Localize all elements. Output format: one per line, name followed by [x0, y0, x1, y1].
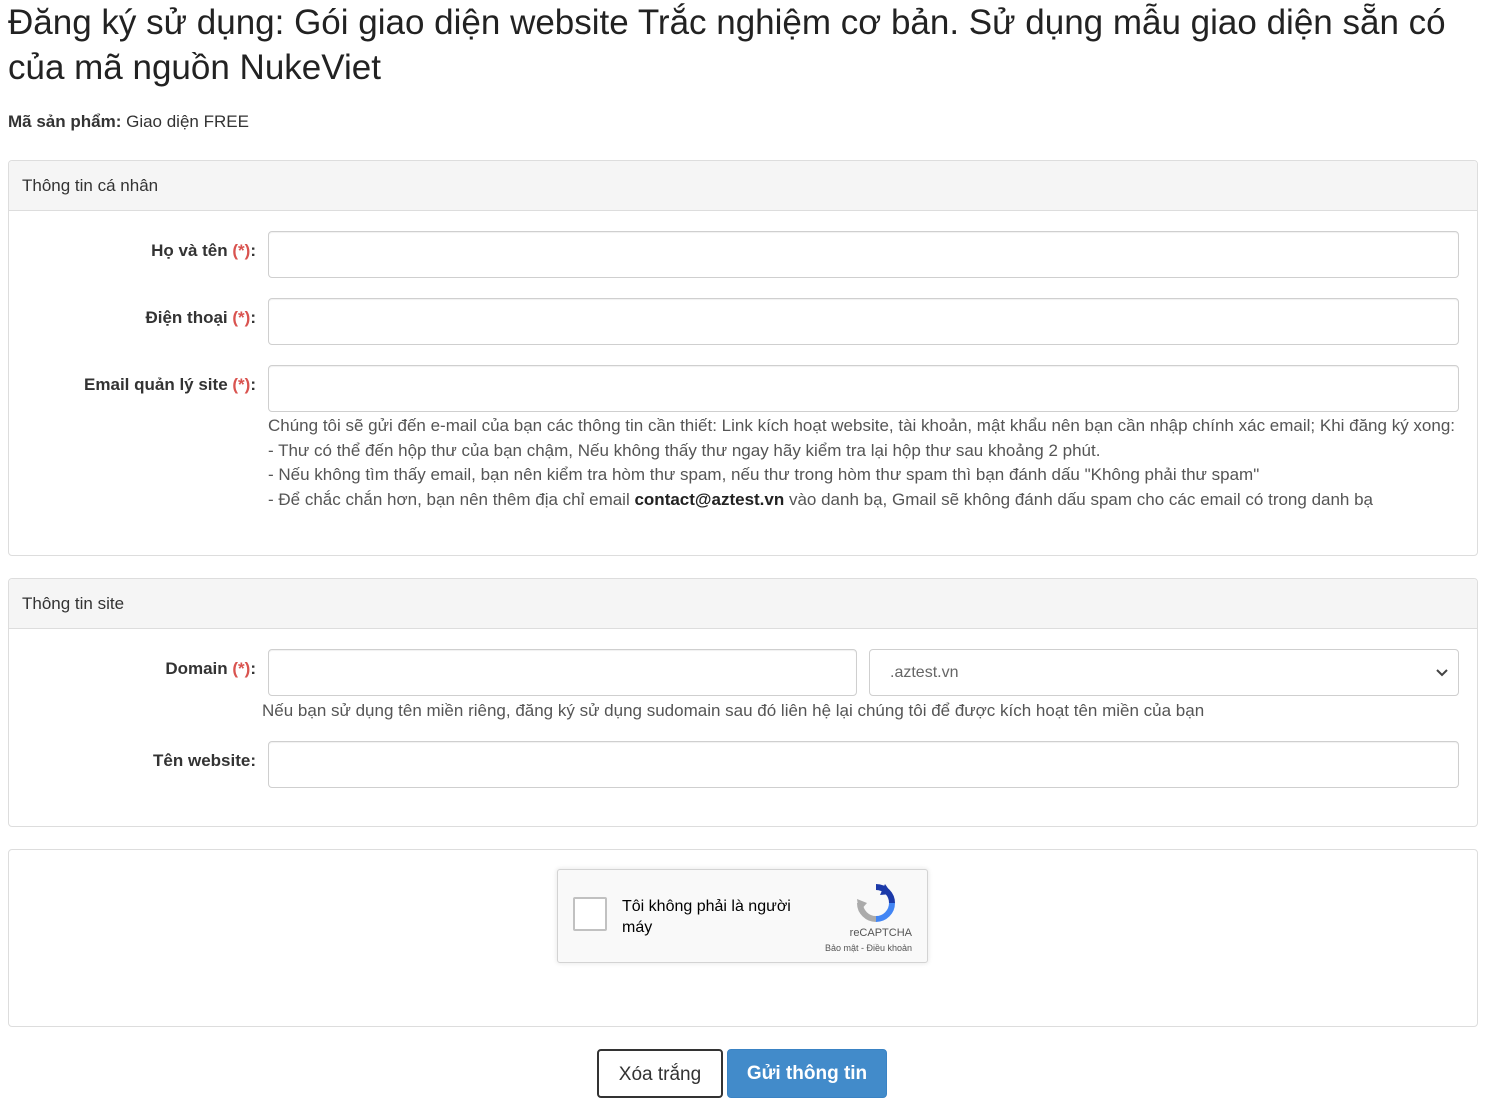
- page-title: Đăng ký sử dụng: Gói giao diện website T…: [8, 3, 1446, 87]
- product-code-value: Giao diện FREE: [126, 112, 249, 131]
- recaptcha-logo-icon: [857, 884, 895, 922]
- website-name-input[interactable]: [268, 741, 1459, 788]
- domain-input[interactable]: [268, 649, 857, 696]
- domain-suffix-value: .aztest.vn: [890, 664, 959, 681]
- personal-info-heading: Thông tin cá nhân: [9, 161, 1477, 211]
- email-label: Email quản lý site (*):: [84, 375, 256, 394]
- required-mark: (*): [232, 241, 251, 260]
- recaptcha-links[interactable]: Bảo mật - Điều khoản: [558, 943, 912, 953]
- required-mark: (*): [232, 375, 251, 394]
- captcha-panel: Tôi không phải là người máy reCAPTCHA Bả…: [8, 849, 1478, 1027]
- chevron-down-icon: [1436, 650, 1448, 695]
- reset-button[interactable]: Xóa trắng: [597, 1049, 723, 1098]
- email-help-line: Chúng tôi sẽ gửi đến e-mail của bạn các …: [268, 416, 1456, 435]
- email-help-line: - Thư có thể đến hộp thư của bạn chậm, N…: [268, 440, 1101, 460]
- required-mark: (*): [232, 308, 251, 327]
- fullname-label: Họ và tên (*):: [151, 241, 256, 260]
- recaptcha-brand: reCAPTCHA: [849, 927, 912, 939]
- site-info-panel: Thông tin site Domain (*): .aztest.vn Nế…: [8, 578, 1478, 827]
- domain-suffix-select[interactable]: .aztest.vn: [869, 649, 1459, 696]
- product-code: Mã sản phẩm: Giao diện FREE: [8, 112, 249, 132]
- site-info-heading: Thông tin site: [9, 579, 1477, 629]
- email-help: Chúng tôi sẽ gửi đến e-mail của bạn các …: [268, 414, 1458, 512]
- product-code-label: Mã sản phẩm:: [8, 112, 122, 131]
- domain-label: Domain (*):: [165, 659, 256, 678]
- phone-label: Điện thoại (*):: [145, 308, 256, 327]
- contact-email: contact@aztest.vn: [634, 489, 785, 509]
- website-name-label: Tên website:: [153, 751, 256, 770]
- email-input[interactable]: [268, 365, 1459, 412]
- personal-info-panel: Thông tin cá nhân Họ và tên (*): Điện th…: [8, 160, 1478, 556]
- recaptcha-widget: Tôi không phải là người máy reCAPTCHA Bả…: [557, 869, 928, 963]
- fullname-input[interactable]: [268, 231, 1459, 278]
- required-mark: (*): [232, 659, 251, 678]
- email-help-line: - Để chắc chắn hơn, bạn nên thêm địa chỉ…: [268, 489, 1374, 509]
- email-help-line: - Nếu không tìm thấy email, bạn nên kiểm…: [268, 465, 1260, 485]
- phone-input[interactable]: [268, 298, 1459, 345]
- recaptcha-checkbox[interactable]: [573, 897, 607, 931]
- submit-button[interactable]: Gửi thông tin: [727, 1049, 887, 1098]
- domain-help: Nếu bạn sử dụng tên miền riêng, đăng ký …: [262, 701, 1205, 720]
